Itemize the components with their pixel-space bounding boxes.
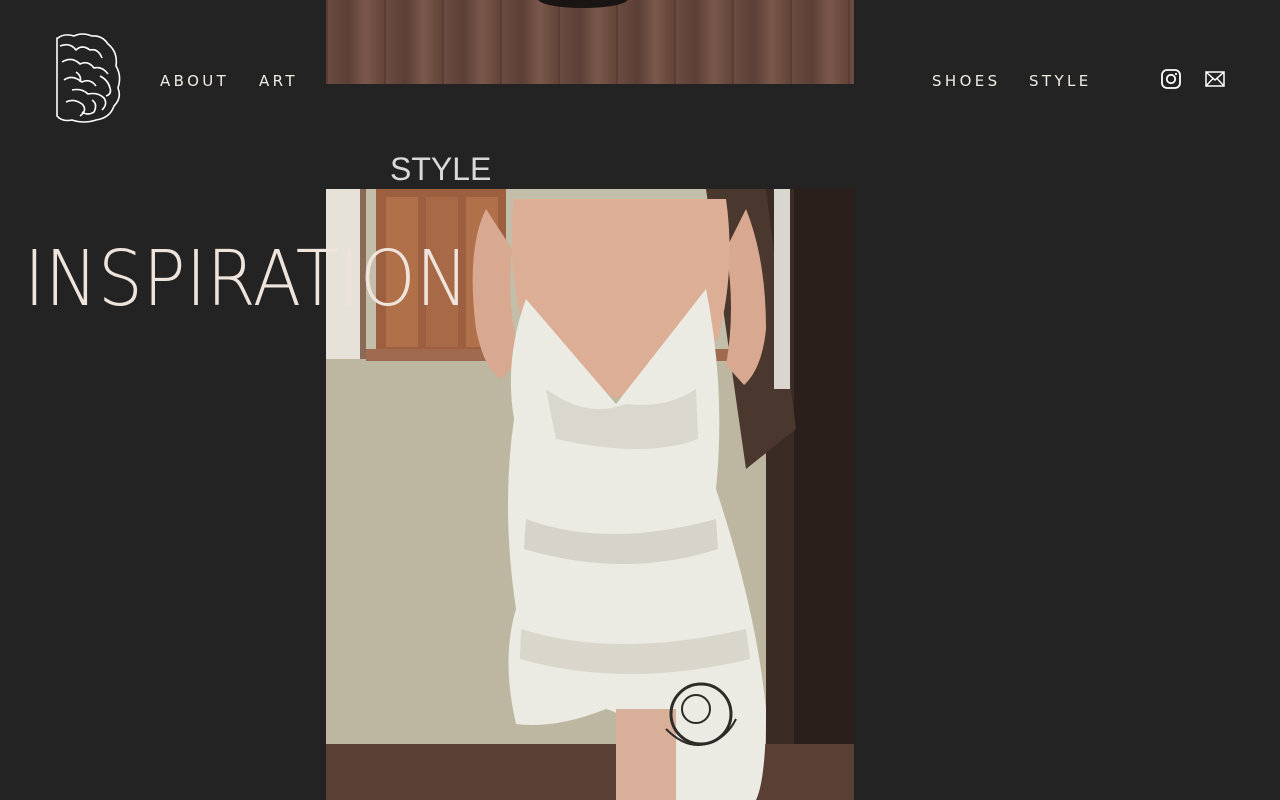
mail-icon[interactable] — [1204, 68, 1226, 90]
photo-shadow — [538, 0, 628, 8]
section-label: STYLE — [390, 151, 492, 187]
nav-style[interactable]: STYLE — [1029, 71, 1092, 91]
page: ABOUT ART SHOES STYLE STYLE INSPIRATION — [0, 0, 1280, 800]
page-title: INSPIRATION — [24, 235, 469, 324]
top-photo[interactable] — [326, 0, 854, 84]
nav-about[interactable]: ABOUT — [160, 71, 229, 91]
instagram-icon[interactable] — [1160, 68, 1182, 90]
logo-icon[interactable] — [52, 32, 124, 126]
nav-art[interactable]: ART — [259, 71, 298, 91]
nav-shoes[interactable]: SHOES — [932, 71, 1001, 91]
